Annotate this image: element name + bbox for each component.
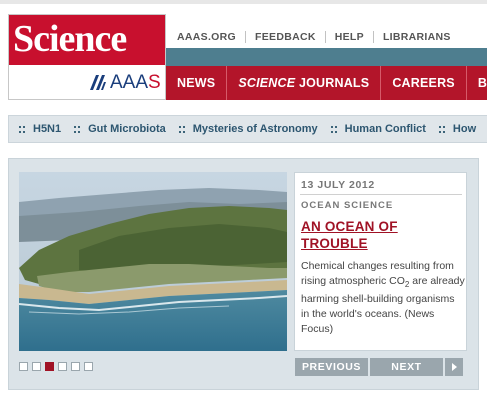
nav-journals-emphasis: SCIENCE bbox=[238, 76, 296, 90]
nav-blogs[interactable]: BLO bbox=[467, 66, 487, 100]
topic-label: How bbox=[452, 123, 477, 135]
aaas-wordmark: AAAS bbox=[110, 72, 161, 94]
story-title-link[interactable]: AN OCEAN OF TROUBLE bbox=[301, 218, 461, 252]
link-aaas-org[interactable]: AAAS.ORG bbox=[168, 30, 245, 44]
main-nav: NEWS SCIENCE JOURNALS CAREERS BLO bbox=[166, 66, 487, 100]
slide-dot-3[interactable] bbox=[45, 362, 54, 371]
topics-bar: H5N1 Gut Microbiota Mysteries of Astrono… bbox=[8, 115, 487, 143]
logo-banner: Science bbox=[9, 15, 165, 65]
nav-news[interactable]: NEWS bbox=[166, 66, 228, 100]
aaas-wordmark-prefix: AAA bbox=[110, 72, 149, 93]
topic-label: Human Conflict bbox=[344, 123, 426, 135]
slide-dot-2[interactable] bbox=[32, 362, 41, 371]
utility-links: AAAS.ORG FEEDBACK HELP LIBRARIANS bbox=[168, 30, 460, 44]
aaas-wordmark-suffix: S bbox=[148, 72, 161, 93]
slide-dot-6[interactable] bbox=[84, 362, 93, 371]
site-logo[interactable]: Science AAAS bbox=[8, 14, 166, 100]
link-librarians[interactable]: LIBRARIANS bbox=[374, 30, 460, 44]
topic-label: Gut Microbiota bbox=[88, 123, 166, 135]
topic-grip-icon bbox=[74, 125, 81, 133]
topic-grip-icon bbox=[330, 125, 337, 133]
story-kicker: OCEAN SCIENCE bbox=[301, 200, 394, 211]
nav-journals-label: JOURNALS bbox=[295, 76, 370, 90]
topic-grip-icon bbox=[438, 125, 445, 133]
topic-label: H5N1 bbox=[33, 123, 62, 135]
topic-grip-icon bbox=[178, 125, 185, 133]
previous-button[interactable]: PREVIOUS bbox=[295, 358, 368, 376]
topic-h5n1[interactable]: H5N1 bbox=[19, 122, 61, 136]
play-arrow-icon[interactable] bbox=[445, 358, 463, 376]
header-accent-bar bbox=[166, 48, 487, 66]
topic-human-conflict[interactable]: Human Conflict bbox=[330, 122, 426, 136]
slide-dot-4[interactable] bbox=[58, 362, 67, 371]
slide-indicators bbox=[19, 362, 97, 371]
topic-how[interactable]: How bbox=[438, 122, 477, 136]
feature-carousel: 13 JULY 2012 OCEAN SCIENCE AN OCEAN OF T… bbox=[8, 158, 479, 390]
aaas-logo-mark-icon bbox=[90, 75, 106, 90]
topic-gut-microbiota[interactable]: Gut Microbiota bbox=[74, 122, 166, 136]
link-feedback[interactable]: FEEDBACK bbox=[246, 30, 325, 44]
story-description: Chemical changes resulting from rising a… bbox=[301, 259, 465, 337]
logo-text: Science bbox=[13, 18, 127, 60]
divider bbox=[300, 194, 462, 195]
topic-grip-icon bbox=[19, 125, 25, 133]
slide-dot-5[interactable] bbox=[71, 362, 80, 371]
link-help[interactable]: HELP bbox=[326, 30, 373, 44]
next-button[interactable]: NEXT bbox=[370, 358, 443, 376]
carousel-pager: PREVIOUS NEXT bbox=[295, 358, 465, 376]
nav-careers[interactable]: CAREERS bbox=[381, 66, 467, 100]
slide-dot-1[interactable] bbox=[19, 362, 28, 371]
feature-story-card: 13 JULY 2012 OCEAN SCIENCE AN OCEAN OF T… bbox=[294, 172, 467, 351]
coastline-photo bbox=[19, 172, 287, 351]
story-date: 13 JULY 2012 bbox=[301, 179, 375, 191]
topic-mysteries-of-astronomy[interactable]: Mysteries of Astronomy bbox=[178, 122, 318, 136]
top-strip bbox=[0, 0, 487, 4]
nav-science-journals[interactable]: SCIENCE JOURNALS bbox=[227, 66, 382, 100]
feature-photo[interactable] bbox=[19, 172, 287, 351]
topic-label: Mysteries of Astronomy bbox=[192, 123, 318, 135]
